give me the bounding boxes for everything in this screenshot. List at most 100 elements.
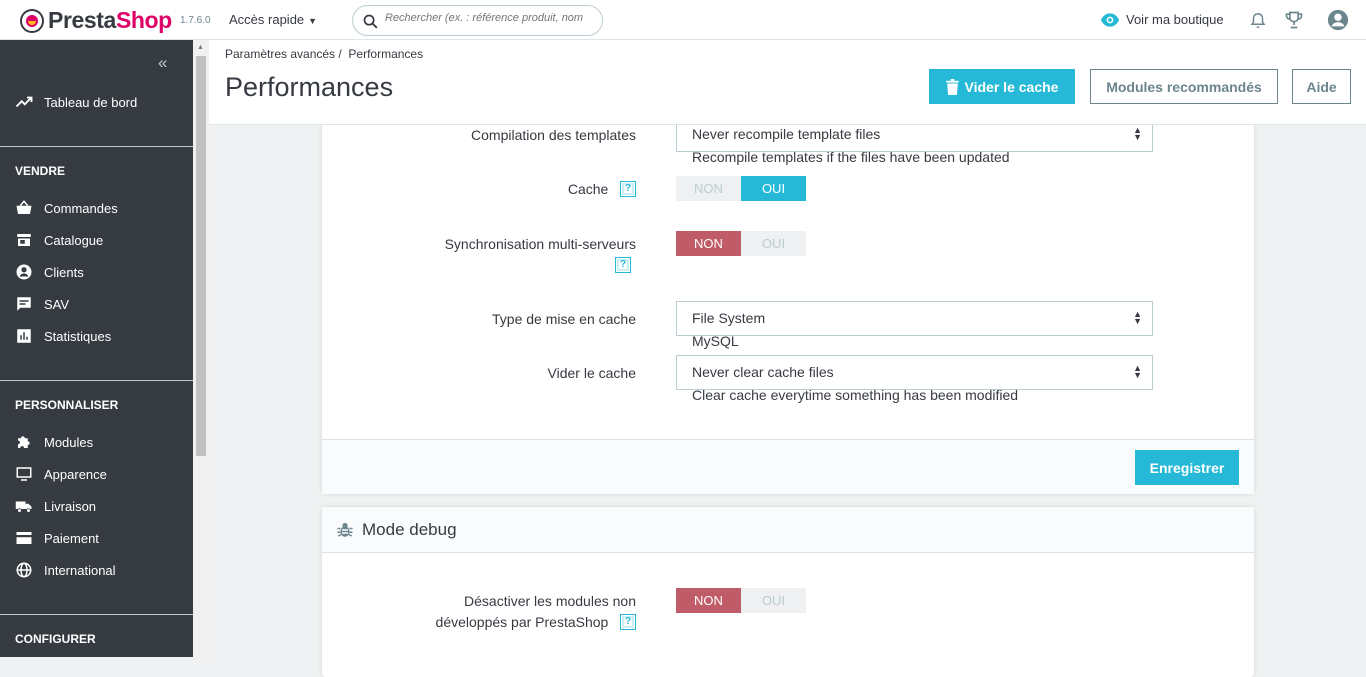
panel-title: Mode debug bbox=[362, 519, 457, 539]
select-arrows-icon: ▲ ▼ bbox=[1133, 309, 1142, 326]
save-button[interactable]: Enregistrer bbox=[1135, 450, 1239, 485]
toggle-off-option[interactable]: NON bbox=[676, 231, 741, 256]
sidebar-item-sav[interactable]: SAV bbox=[15, 294, 69, 314]
cache-type-select[interactable]: File System ▲ ▼ bbox=[676, 301, 1153, 336]
sync-toggle[interactable]: NON OUI bbox=[676, 231, 806, 256]
eye-icon bbox=[1100, 12, 1120, 27]
debug-mode-panel: Mode debug Désactiver les modules non dé… bbox=[322, 507, 1254, 677]
disable-modules-label-row: développés par PrestaShop ? bbox=[436, 614, 636, 630]
quick-access-label: Accès rapide bbox=[229, 12, 305, 27]
trophy-icon[interactable] bbox=[1284, 10, 1304, 30]
help-icon[interactable]: ? bbox=[620, 181, 636, 197]
sidebar-item-payment[interactable]: Paiement bbox=[15, 528, 99, 548]
section-title-configurer: CONFIGURER bbox=[15, 632, 96, 646]
sidebar-item-label: Commandes bbox=[44, 200, 118, 216]
sidebar-item-shipping[interactable]: Livraison bbox=[15, 496, 96, 516]
trending-up-icon bbox=[15, 96, 33, 108]
recommended-modules-button[interactable]: Modules recommandés bbox=[1090, 69, 1278, 104]
view-shop-label: Voir ma boutique bbox=[1126, 12, 1224, 27]
breadcrumb: Paramètres avancés / Performances bbox=[225, 47, 424, 61]
collapse-sidebar-icon[interactable]: « bbox=[158, 53, 167, 73]
user-avatar-icon[interactable] bbox=[1327, 9, 1349, 31]
toggle-on-option[interactable]: OUI bbox=[741, 588, 806, 613]
clear-cache-label: Vider le cache bbox=[964, 78, 1059, 95]
toggle-on-option[interactable]: OUI bbox=[741, 176, 806, 201]
credit-card-icon bbox=[16, 532, 32, 544]
cache-type-label: Type de mise en cache bbox=[492, 311, 636, 327]
chat-icon bbox=[17, 297, 31, 311]
compilation-value: Never recompile template files bbox=[692, 126, 881, 142]
cache-type-value: File System bbox=[692, 310, 766, 326]
sidebar-item-appearance[interactable]: Apparence bbox=[15, 464, 107, 484]
disable-modules-label-1: Désactiver les modules non bbox=[464, 593, 636, 609]
toggle-off-option[interactable]: NON bbox=[676, 588, 741, 613]
help-button[interactable]: Aide bbox=[1292, 69, 1351, 104]
section-title-vendre: VENDRE bbox=[15, 164, 66, 178]
toggle-on-option[interactable]: OUI bbox=[741, 231, 806, 256]
trash-icon bbox=[945, 78, 959, 95]
puzzle-icon bbox=[18, 436, 30, 448]
scrollbar-thumb[interactable] bbox=[196, 56, 206, 456]
sidebar-item-catalog[interactable]: Catalogue bbox=[15, 230, 103, 250]
sidebar-item-label: Statistiques bbox=[44, 328, 112, 344]
help-icon[interactable]: ? bbox=[615, 257, 631, 273]
top-bar: PrestaShop 1.7.6.0 Accès rapide▼ Voir ma… bbox=[0, 0, 1366, 40]
clear-cache-button[interactable]: Vider le cache bbox=[929, 69, 1075, 104]
clear-cache-select[interactable]: Never clear cache files ▲ ▼ bbox=[676, 355, 1153, 390]
divider bbox=[0, 380, 193, 381]
breadcrumb-item[interactable]: Performances bbox=[348, 47, 423, 61]
sidebar-item-label: Paiement bbox=[44, 530, 99, 546]
sidebar: « Tableau de bord VENDRE Commandes Catal… bbox=[0, 40, 193, 657]
cache-toggle[interactable]: NON OUI bbox=[676, 176, 806, 201]
sidebar-item-label: Livraison bbox=[44, 498, 97, 514]
sync-label: Synchronisation multi-serveurs bbox=[444, 236, 636, 252]
sidebar-item-label: Modules bbox=[44, 434, 94, 450]
search-bar[interactable] bbox=[352, 5, 603, 36]
caret-down-icon: ▼ bbox=[308, 16, 318, 26]
globe-icon bbox=[16, 562, 32, 578]
truck-icon bbox=[15, 501, 32, 513]
search-input[interactable] bbox=[385, 12, 599, 24]
store-icon bbox=[17, 234, 31, 246]
select-arrows-icon: ▲ ▼ bbox=[1133, 363, 1142, 380]
cache-type-option[interactable]: MySQL bbox=[692, 333, 739, 349]
toggle-off-option[interactable]: NON bbox=[676, 176, 741, 201]
search-icon bbox=[363, 14, 378, 29]
basket-icon bbox=[16, 200, 32, 214]
brand-suffix: Shop bbox=[115, 7, 172, 33]
sidebar-item-orders[interactable]: Commandes bbox=[15, 198, 118, 218]
select-arrows-icon: ▲ ▼ bbox=[1133, 125, 1142, 142]
account-circle-icon bbox=[16, 264, 32, 280]
sidebar-item-label: International bbox=[44, 562, 116, 578]
sidebar-item-label: Tableau de bord bbox=[44, 94, 138, 110]
performance-cache-panel: Compilation des templates Never recompil… bbox=[322, 100, 1254, 494]
sidebar-item-dashboard[interactable]: Tableau de bord bbox=[15, 92, 137, 112]
page-title: Performances bbox=[225, 72, 394, 102]
prestashop-logo[interactable]: PrestaShop bbox=[20, 7, 172, 34]
bell-icon[interactable] bbox=[1249, 11, 1267, 30]
clear-cache-value: Never clear cache files bbox=[692, 364, 834, 380]
divider bbox=[0, 614, 193, 615]
clear-cache-option[interactable]: Clear cache everytime something has been… bbox=[692, 387, 1018, 403]
sidebar-item-label: Catalogue bbox=[44, 232, 104, 248]
puffin-logo-icon bbox=[20, 8, 44, 33]
panel-heading: Mode debug bbox=[322, 507, 1254, 553]
breadcrumb-item[interactable]: Paramètres avancés bbox=[225, 47, 335, 61]
clear-cache-setting-label: Vider le cache bbox=[547, 365, 636, 381]
help-icon[interactable]: ? bbox=[620, 614, 636, 630]
sidebar-item-label: Clients bbox=[44, 264, 84, 280]
quick-access-dropdown[interactable]: Accès rapide ▼ bbox=[229, 12, 317, 27]
sidebar-item-stats[interactable]: Statistiques bbox=[15, 326, 111, 346]
sidebar-item-international[interactable]: International bbox=[15, 560, 116, 580]
cache-label: Cache bbox=[567, 181, 609, 197]
page-header: Paramètres avancés / Performances Perfor… bbox=[209, 40, 1366, 125]
disable-modules-toggle[interactable]: NON OUI bbox=[676, 588, 806, 613]
view-shop-link[interactable]: Voir ma boutique bbox=[1100, 12, 1224, 27]
sidebar-item-customers[interactable]: Clients bbox=[15, 262, 84, 282]
sidebar-item-modules[interactable]: Modules bbox=[15, 432, 93, 452]
compilation-label: Compilation des templates bbox=[471, 127, 636, 143]
compilation-option[interactable]: Recompile templates if the files have be… bbox=[692, 149, 1010, 165]
divider bbox=[0, 146, 193, 147]
scroll-up-arrow-icon[interactable]: ▲ bbox=[197, 44, 204, 51]
sidebar-scrollbar[interactable]: ▲ bbox=[193, 40, 209, 657]
